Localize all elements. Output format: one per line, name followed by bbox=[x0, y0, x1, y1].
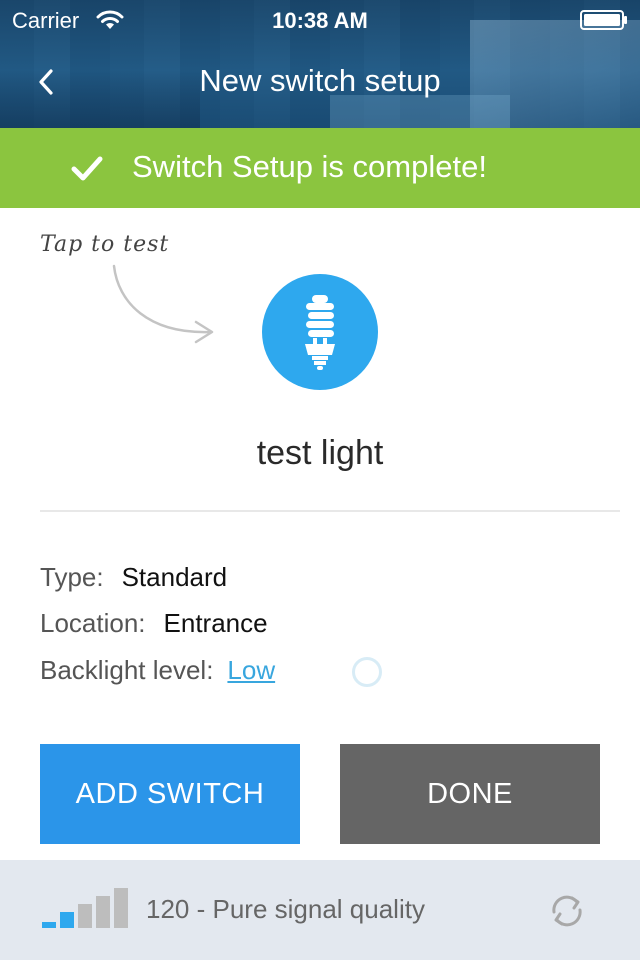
device-name: test light bbox=[256, 434, 384, 472]
loading-spinner-icon bbox=[352, 657, 382, 687]
status-bar: Carrier 10:38 AM bbox=[0, 0, 640, 40]
tap-to-test-hint: Tap to test bbox=[40, 232, 170, 257]
detail-location: Location: Entrance bbox=[40, 608, 268, 639]
header-background-decor bbox=[330, 95, 510, 128]
detail-type: Type: Standard bbox=[40, 562, 227, 593]
header: Carrier 10:38 AM New switch setup bbox=[0, 0, 640, 128]
refresh-icon[interactable] bbox=[546, 890, 588, 932]
location-value: Entrance bbox=[163, 608, 268, 638]
lightbulb-icon bbox=[305, 295, 335, 370]
type-value: Standard bbox=[121, 562, 228, 592]
signal-footer: 120 - Pure signal quality bbox=[0, 860, 640, 960]
signal-strength-icon bbox=[42, 888, 128, 928]
backlight-label: Backlight level: bbox=[40, 655, 214, 685]
detail-backlight: Backlight level: Low bbox=[40, 655, 275, 686]
success-message: Switch Setup is complete! bbox=[132, 149, 487, 184]
done-button[interactable]: DONE bbox=[340, 744, 600, 844]
test-light-button[interactable] bbox=[262, 274, 378, 390]
signal-quality-text: 120 - Pure signal quality bbox=[146, 894, 425, 924]
curved-arrow-icon bbox=[112, 264, 214, 344]
battery-icon bbox=[580, 10, 627, 30]
checkmark-icon bbox=[71, 156, 103, 181]
add-switch-button[interactable]: ADD SWITCH bbox=[40, 744, 300, 844]
type-label: Type: bbox=[40, 562, 104, 592]
divider bbox=[40, 510, 620, 512]
success-banner: Switch Setup is complete! bbox=[0, 128, 640, 208]
location-label: Location: bbox=[40, 608, 146, 638]
status-time: 10:38 AM bbox=[272, 8, 368, 33]
backlight-level-link[interactable]: Low bbox=[227, 655, 275, 685]
page-title: New switch setup bbox=[199, 63, 441, 98]
